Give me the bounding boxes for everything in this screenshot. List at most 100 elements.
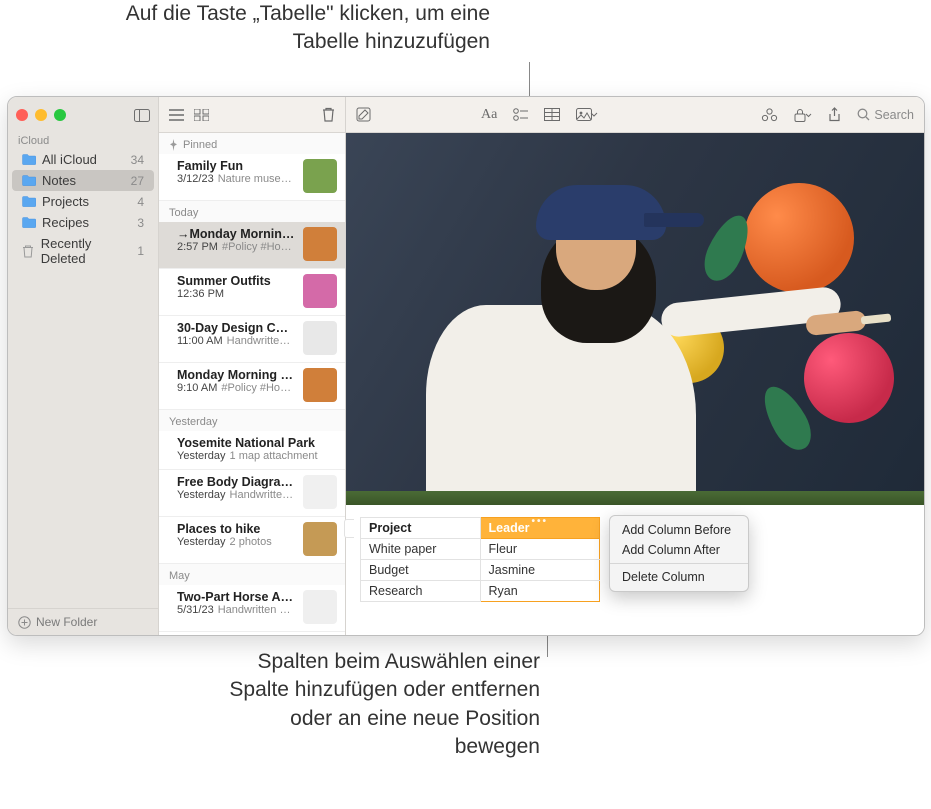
- table-cell[interactable]: Budget: [361, 560, 481, 581]
- media-button[interactable]: [576, 108, 598, 122]
- window-controls: [16, 109, 66, 121]
- note-title: Places to hike: [177, 522, 295, 536]
- delete-note-button[interactable]: [322, 107, 335, 122]
- sidebar: iCloud All iCloud34Notes27Projects4Recip…: [8, 97, 158, 635]
- menu-add-column-after[interactable]: Add Column After: [610, 540, 748, 560]
- folder-icon: [22, 196, 36, 207]
- note-title: Two-Part Horse Anima…: [177, 590, 295, 604]
- sidebar-item-count: 4: [137, 195, 144, 209]
- folder-icon: [22, 154, 36, 165]
- note-table-area[interactable]: Project ••• Leader White paper Fleur Bud…: [346, 505, 924, 614]
- note-title: Summer Outfits: [177, 274, 295, 288]
- sidebar-item-folder[interactable]: Notes27: [12, 170, 154, 191]
- note-subtitle: 2:57 PM#Policy #Housing…: [177, 241, 295, 253]
- new-note-button[interactable]: [356, 107, 371, 122]
- share-button[interactable]: [828, 107, 841, 122]
- table-header-leader-label: Leader: [489, 521, 530, 535]
- note-thumbnail: [303, 475, 337, 509]
- note-list-item[interactable]: Two-Part Horse Anima…5/31/23Handwritten …: [159, 585, 345, 632]
- sidebar-item-label: Notes: [42, 173, 76, 188]
- notelist-section-header: Pinned: [159, 133, 345, 154]
- menu-add-column-before[interactable]: Add Column Before: [610, 520, 748, 540]
- note-thumbnail: [303, 274, 337, 308]
- notes-list-body[interactable]: PinnedFamily Fun3/12/23Nature museumToda…: [159, 133, 345, 635]
- sidebar-item-recently-deleted[interactable]: Recently Deleted1: [12, 233, 154, 269]
- table-cell[interactable]: White paper: [361, 539, 481, 560]
- note-list-item[interactable]: Yosemite National ParkYesterday1 map att…: [159, 431, 345, 470]
- table-cell[interactable]: Research: [361, 581, 481, 602]
- sidebar-item-label: Projects: [42, 194, 89, 209]
- table-cell[interactable]: Jasmine: [480, 560, 599, 581]
- note-list-item[interactable]: →Monday Morning Mee…2:57 PM#Policy #Hous…: [159, 222, 345, 269]
- note-title: Free Body Diagrams: [177, 475, 295, 489]
- note-list-item[interactable]: Family Fun3/12/23Nature museum: [159, 154, 345, 201]
- note-title: Yosemite National Park: [177, 436, 337, 450]
- table-row-handle[interactable]: [344, 519, 354, 538]
- lock-button[interactable]: [794, 108, 812, 122]
- note-thumbnail: [303, 227, 337, 261]
- notelist-section-header: May: [159, 564, 345, 585]
- table-row[interactable]: Research Ryan: [361, 581, 600, 602]
- note-table[interactable]: Project ••• Leader White paper Fleur Bud…: [360, 517, 600, 602]
- note-subtitle: 3/12/23Nature museum: [177, 173, 295, 185]
- list-toolbar: [159, 97, 345, 133]
- column-context-menu: Add Column Before Add Column After Delet…: [609, 515, 749, 592]
- note-list-item[interactable]: Places to hikeYesterday2 photos: [159, 517, 345, 564]
- notelist-section-header: Yesterday: [159, 410, 345, 431]
- note-subtitle: 5/31/23Handwritten note: [177, 604, 295, 616]
- note-subtitle: 11:00 AMHandwritten note: [177, 335, 295, 347]
- search-placeholder: Search: [874, 108, 914, 122]
- note-title: →Monday Morning Mee…: [177, 227, 295, 241]
- sidebar-toggle-icon[interactable]: [134, 109, 150, 122]
- link-note-button[interactable]: [761, 108, 778, 122]
- note-list-item[interactable]: Monday Morning Meeting9:10 AM#Policy #Ho…: [159, 363, 345, 410]
- note-subtitle: 9:10 AM#Policy #Housing…: [177, 382, 295, 394]
- note-subtitle: 12:36 PM: [177, 288, 295, 300]
- note-list-item[interactable]: Summer Outfits12:36 PM: [159, 269, 345, 316]
- note-hero-image: [346, 133, 924, 505]
- minimize-window-button[interactable]: [35, 109, 47, 121]
- table-row[interactable]: White paper Fleur: [361, 539, 600, 560]
- folder-icon: [22, 175, 36, 186]
- note-title: 30-Day Design Challen…: [177, 321, 295, 335]
- column-drag-handle-icon[interactable]: •••: [532, 516, 549, 527]
- close-window-button[interactable]: [16, 109, 28, 121]
- note-title: Family Fun: [177, 159, 295, 173]
- notes-list-pane: PinnedFamily Fun3/12/23Nature museumToda…: [158, 97, 346, 635]
- table-row[interactable]: Budget Jasmine: [361, 560, 600, 581]
- sidebar-item-folder[interactable]: Projects 4: [12, 191, 154, 212]
- menu-delete-column[interactable]: Delete Column: [610, 567, 748, 587]
- note-thumbnail: [303, 522, 337, 556]
- note-title: Monday Morning Meeting: [177, 368, 295, 382]
- menu-separator: [610, 563, 748, 564]
- table-header-leader[interactable]: ••• Leader: [480, 518, 599, 539]
- trash-icon: [22, 245, 35, 258]
- format-button[interactable]: Aa: [481, 107, 497, 123]
- new-folder-button[interactable]: New Folder: [8, 608, 158, 635]
- table-button[interactable]: [544, 108, 560, 121]
- search-field[interactable]: Search: [857, 108, 914, 122]
- note-list-item[interactable]: 30-Day Design Challen…11:00 AMHandwritte…: [159, 316, 345, 363]
- notes-window: iCloud All iCloud34Notes27Projects4Recip…: [7, 96, 925, 636]
- note-list-item[interactable]: Free Body DiagramsYesterdayHandwritten n…: [159, 470, 345, 517]
- callout-top-text: Auf die Taste „Tabelle" klicken, um eine…: [60, 0, 490, 57]
- list-view-button[interactable]: [169, 109, 184, 121]
- zoom-window-button[interactable]: [54, 109, 66, 121]
- sidebar-item-folder[interactable]: All iCloud34: [12, 149, 154, 170]
- note-subtitle: YesterdayHandwritten note: [177, 489, 295, 501]
- pin-icon: [169, 139, 178, 151]
- titlebar-left: [8, 97, 158, 133]
- sidebar-item-label: All iCloud: [42, 152, 97, 167]
- table-header-project[interactable]: Project: [361, 518, 481, 539]
- checklist-button[interactable]: [513, 108, 528, 121]
- note-list-item[interactable]: Sunlight and Circadian…5/29/23#school #p…: [159, 632, 345, 635]
- sidebar-item-folder[interactable]: Recipes3: [12, 212, 154, 233]
- note-thumbnail: [303, 159, 337, 193]
- callout-bottom-text: Spalten beim Auswählen einer Spalte hinz…: [225, 648, 540, 761]
- table-cell[interactable]: Fleur: [480, 539, 599, 560]
- sidebar-item-count: 1: [137, 244, 144, 258]
- notelist-section-header: Today: [159, 201, 345, 222]
- gallery-view-button[interactable]: [194, 109, 209, 121]
- table-cell[interactable]: Ryan: [480, 581, 599, 602]
- new-folder-label: New Folder: [36, 615, 97, 629]
